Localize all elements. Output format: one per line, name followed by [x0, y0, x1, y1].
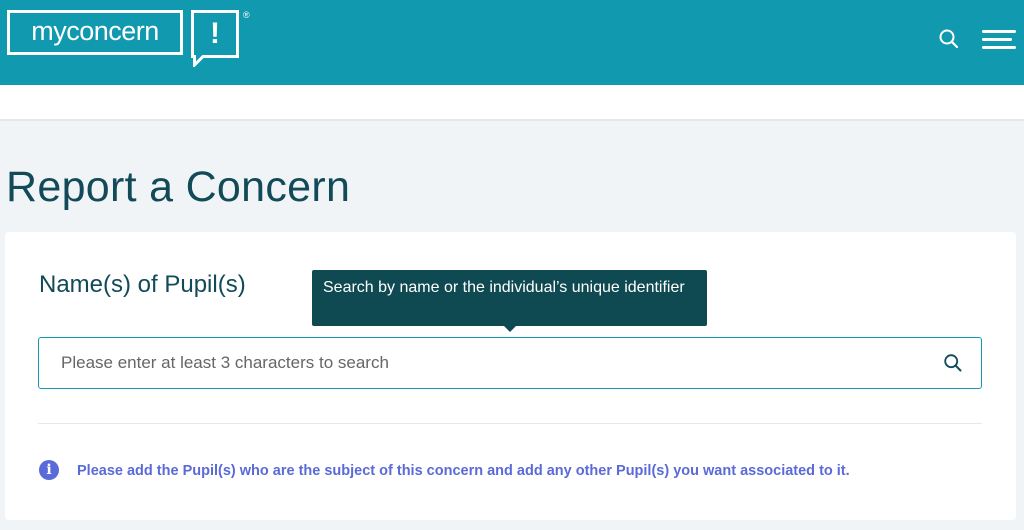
pupil-search-box [38, 337, 982, 389]
hamburger-menu-icon [982, 30, 1016, 33]
secondary-bar [0, 85, 1024, 121]
logo-speech-bubble-icon: ! [191, 10, 239, 69]
divider [38, 423, 982, 424]
pupil-name-label: Name(s) of Pupil(s) [39, 271, 246, 298]
header-search-button[interactable] [938, 28, 960, 50]
pupil-search-input[interactable] [39, 338, 929, 388]
tooltip-arrow [503, 325, 517, 332]
logo-text: myconcern [31, 15, 159, 46]
page-title: Report a Concern [6, 163, 351, 211]
search-icon [939, 29, 959, 49]
info-message: Please add the Pupil(s) who are the subj… [77, 463, 850, 479]
registered-mark: ® [243, 10, 250, 20]
search-help-tooltip: Search by name or the individual’s uniqu… [312, 270, 707, 326]
search-icon[interactable] [943, 353, 963, 373]
logo-wordmark[interactable]: myconcern [7, 10, 183, 55]
top-navigation-bar: myconcern ! ® [0, 0, 1024, 85]
info-icon: i [39, 460, 59, 480]
hamburger-menu-button[interactable] [982, 30, 1016, 50]
logo-exclamation: ! [210, 17, 220, 50]
pupil-search-card: Name(s) of Pupil(s) Search by name or th… [5, 232, 1016, 520]
